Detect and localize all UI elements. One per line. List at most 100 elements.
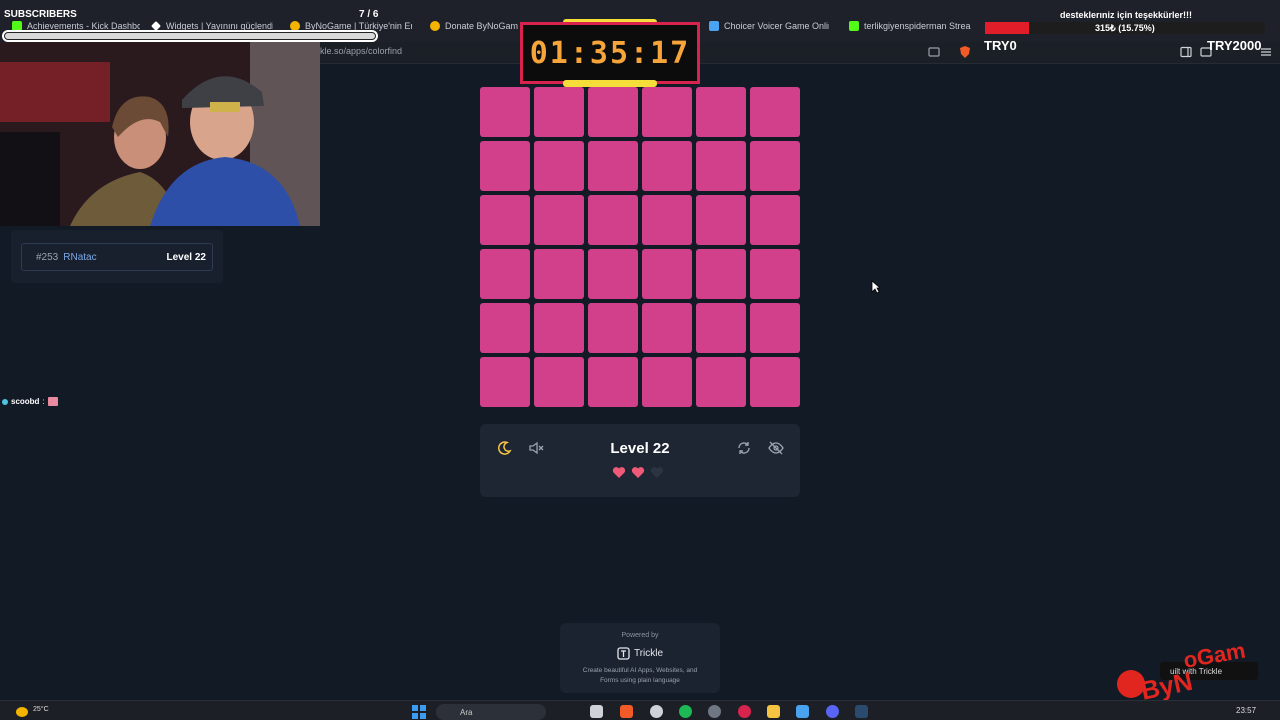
app-icon bbox=[709, 21, 719, 31]
powered-description: Create beautiful AI Apps, Websites, and … bbox=[582, 667, 698, 684]
webcam-image bbox=[0, 42, 320, 226]
color-tile[interactable] bbox=[696, 87, 746, 137]
sidebar-icon[interactable] bbox=[1180, 46, 1192, 58]
bynogame-icon bbox=[430, 21, 440, 31]
taskbar-clock: 23:57 bbox=[1236, 706, 1257, 715]
color-tile[interactable] bbox=[480, 195, 530, 245]
color-tile[interactable] bbox=[642, 357, 692, 407]
brave-browser-icon[interactable] bbox=[620, 705, 633, 718]
search-label: Ara bbox=[460, 707, 473, 717]
tab-label: Choicer Voicer Game Online F bbox=[724, 21, 829, 31]
taskbar-search[interactable]: Ara bbox=[436, 704, 546, 720]
heart-icon bbox=[631, 467, 645, 478]
timer-bottom-accent bbox=[563, 80, 657, 87]
chat-separator: : bbox=[42, 397, 45, 406]
color-tile[interactable] bbox=[480, 141, 530, 191]
translate-icon[interactable] bbox=[928, 46, 940, 58]
tab-label: Donate ByNoGame | bbox=[445, 21, 518, 31]
donation-title: desteklerıniz için teşekkürler!!! bbox=[1060, 10, 1193, 20]
discord-icon[interactable] bbox=[826, 705, 839, 718]
color-tile[interactable] bbox=[534, 357, 584, 407]
color-tile[interactable] bbox=[588, 303, 638, 353]
color-tile[interactable] bbox=[642, 141, 692, 191]
color-tile[interactable] bbox=[750, 195, 800, 245]
windows-start-icon[interactable] bbox=[412, 705, 426, 719]
color-tile[interactable] bbox=[750, 141, 800, 191]
url-text: kle.so/apps/colorfind bbox=[320, 46, 403, 56]
bynogame-logo: ByN oGam bbox=[1117, 637, 1248, 706]
color-tile[interactable] bbox=[534, 195, 584, 245]
lives-display bbox=[612, 466, 664, 479]
color-tile[interactable] bbox=[750, 303, 800, 353]
eye-off-icon[interactable] bbox=[768, 440, 784, 456]
address-bar[interactable]: kle.so/apps/colorfind bbox=[320, 42, 1280, 64]
color-tile[interactable] bbox=[534, 87, 584, 137]
stream-timer: 01:35:17 bbox=[520, 22, 700, 84]
powered-label: Powered by bbox=[621, 632, 659, 639]
mouse-cursor-icon bbox=[871, 280, 881, 294]
heart-icon bbox=[612, 467, 626, 478]
goal-end-label: TRY2000 bbox=[1207, 38, 1262, 53]
browser-tab[interactable]: Choicer Voicer Game Online F bbox=[709, 16, 829, 36]
color-tile[interactable] bbox=[534, 141, 584, 191]
menu-icon[interactable] bbox=[1260, 46, 1272, 58]
tab-label: terlikgiyenspiderman Stream bbox=[864, 21, 971, 31]
color-tile[interactable] bbox=[480, 303, 530, 353]
settings-app-icon[interactable] bbox=[650, 705, 663, 718]
powered-by-card[interactable]: Powered by Trickle Create beautiful AI A… bbox=[560, 623, 720, 693]
browser-tab[interactable]: terlikgiyenspiderman Stream bbox=[849, 16, 971, 36]
color-tile[interactable] bbox=[480, 87, 530, 137]
color-tile[interactable] bbox=[588, 195, 638, 245]
color-tile[interactable] bbox=[642, 303, 692, 353]
color-tile[interactable] bbox=[750, 357, 800, 407]
restart-icon[interactable] bbox=[736, 440, 752, 456]
color-tile[interactable] bbox=[588, 249, 638, 299]
svg-text:oGam: oGam bbox=[1182, 637, 1248, 672]
chat-message: scoobd : bbox=[2, 397, 58, 406]
weather-temp: 25°C bbox=[33, 706, 49, 713]
spotify-icon[interactable] bbox=[679, 705, 692, 718]
leaderboard-row: #253 RNatac Level 22 bbox=[21, 243, 213, 271]
subscribers-progress-bar bbox=[2, 30, 378, 42]
donation-amount: 315₺ (15.75%) bbox=[1095, 23, 1155, 33]
subscribers-count: 7 / 6 bbox=[359, 9, 379, 20]
color-tile[interactable] bbox=[696, 249, 746, 299]
os-taskbar: 25°C Ara 23:57 bbox=[0, 700, 1280, 720]
color-tile[interactable] bbox=[642, 195, 692, 245]
leaderboard-name: RNatac bbox=[63, 251, 97, 263]
color-tile[interactable] bbox=[696, 303, 746, 353]
subscribers-progress-fill bbox=[5, 33, 375, 39]
trickle-logo-icon bbox=[617, 647, 630, 660]
task-view-icon[interactable] bbox=[590, 705, 603, 718]
color-tile[interactable] bbox=[480, 249, 530, 299]
color-tile[interactable] bbox=[642, 249, 692, 299]
brave-shield-icon[interactable] bbox=[958, 45, 972, 59]
obs-icon[interactable] bbox=[708, 705, 721, 718]
trickle-brand: Trickle bbox=[560, 647, 720, 660]
goal-start-label: TRY0 bbox=[984, 38, 1017, 53]
browser-tab[interactable]: Donate ByNoGame | bbox=[430, 16, 518, 36]
color-tile[interactable] bbox=[696, 357, 746, 407]
color-tile[interactable] bbox=[750, 87, 800, 137]
chat-badge-icon bbox=[2, 398, 8, 405]
color-tile[interactable] bbox=[750, 249, 800, 299]
app-icon[interactable] bbox=[796, 705, 809, 718]
color-tile[interactable] bbox=[588, 357, 638, 407]
donation-progress-fill bbox=[985, 22, 1030, 34]
leaderboard-level: Level 22 bbox=[166, 251, 206, 263]
color-tile[interactable] bbox=[480, 357, 530, 407]
color-tile[interactable] bbox=[588, 87, 638, 137]
color-tile[interactable] bbox=[588, 141, 638, 191]
color-tile[interactable] bbox=[534, 249, 584, 299]
color-tile[interactable] bbox=[696, 195, 746, 245]
leaderboard-panel: #253 RNatac Level 22 bbox=[11, 230, 223, 283]
file-explorer-icon[interactable] bbox=[767, 705, 780, 718]
color-tile[interactable] bbox=[534, 303, 584, 353]
weather-icon bbox=[16, 707, 28, 717]
steam-icon[interactable] bbox=[855, 705, 868, 718]
app-icon[interactable] bbox=[738, 705, 751, 718]
color-tile[interactable] bbox=[696, 141, 746, 191]
color-tile[interactable] bbox=[642, 87, 692, 137]
leaderboard-rank: #253 bbox=[36, 251, 59, 263]
emote-icon bbox=[47, 397, 58, 406]
